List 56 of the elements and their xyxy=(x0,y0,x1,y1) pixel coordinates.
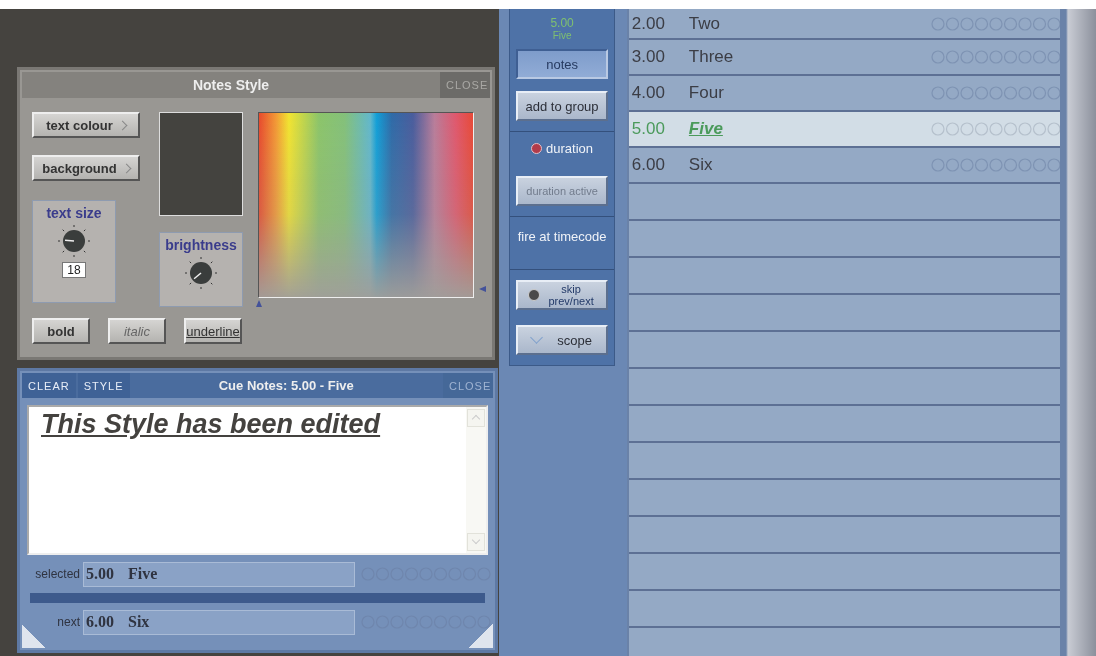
fire-at-timecode-label: fire at timecode xyxy=(517,229,607,244)
cue-number: 6.00 xyxy=(86,613,114,631)
cue-name: Two xyxy=(688,13,722,34)
indicator-circles-icon xyxy=(931,122,1062,136)
indicator-circles-icon xyxy=(361,615,491,629)
panel-button[interactable]: notes xyxy=(516,49,609,79)
cue-list-row[interactable]: 3.00 Three xyxy=(628,40,1061,76)
notes-text: This Style has been edited xyxy=(40,408,382,440)
cue-number: 3.00 xyxy=(631,47,666,67)
knob[interactable] xyxy=(57,224,91,258)
colour-button[interactable]: background xyxy=(32,155,140,181)
duration-label: duration xyxy=(546,141,594,156)
pointer-icon xyxy=(479,286,486,293)
skip-button[interactable]: skip prev/next xyxy=(516,280,609,310)
scroll-down-icon[interactable] xyxy=(467,533,485,551)
cue-name: Six xyxy=(128,613,150,631)
scrollbar[interactable] xyxy=(1060,9,1096,656)
cue-name: Four xyxy=(688,83,725,103)
indicator-circles-icon xyxy=(931,50,1062,64)
scope-button[interactable]: scope xyxy=(516,325,609,355)
scroll-up-icon[interactable] xyxy=(467,409,485,427)
indicator-circles-icon xyxy=(931,158,1062,172)
panel-button[interactable]: add to group xyxy=(516,91,609,121)
cue-number: 5.00 xyxy=(631,119,666,139)
cue-number: 2.00 xyxy=(631,13,666,34)
cue-label: selected xyxy=(34,567,81,581)
current-cue-number: 5.00 xyxy=(550,16,574,30)
cue-name: Five xyxy=(688,119,724,139)
toolbar-button[interactable]: STYLE xyxy=(77,373,130,398)
pointer-icon xyxy=(256,300,262,308)
cue-name: Three xyxy=(688,47,735,67)
cue-list-row[interactable]: 2.00 Two xyxy=(628,9,1061,40)
colour-picker[interactable] xyxy=(258,112,474,299)
toolbar-button[interactable]: CLEAR xyxy=(22,373,76,398)
text-size-field[interactable]: 18 xyxy=(62,262,86,278)
knob[interactable] xyxy=(184,256,218,290)
indicator-circles-icon xyxy=(931,16,1062,31)
cue-number: 5.00 xyxy=(86,565,114,583)
cue-label: next xyxy=(56,615,81,629)
cue-number: 6.00 xyxy=(631,155,666,175)
resize-grip-icon[interactable] xyxy=(469,624,493,648)
cue-number: 4.00 xyxy=(631,83,666,103)
scrollbar[interactable] xyxy=(466,407,486,553)
window-title: Notes Style xyxy=(191,77,271,93)
text-size-label: text size xyxy=(46,205,102,221)
current-cue-name: Five xyxy=(552,30,572,41)
cue-name: Six xyxy=(688,155,714,175)
window-title: Cue Notes: 5.00 - Five xyxy=(217,378,355,393)
brightness-label: brightness xyxy=(165,237,237,253)
colour-button[interactable]: text colour xyxy=(32,112,140,138)
underline-button[interactable]: underline xyxy=(184,318,242,344)
cue-name: Five xyxy=(128,565,158,583)
notes-text-area[interactable]: This Style has been edited xyxy=(27,405,488,555)
italic-button[interactable]: italic xyxy=(108,318,166,344)
indicator-circles-icon xyxy=(931,86,1062,100)
bold-button[interactable]: bold xyxy=(32,318,90,344)
